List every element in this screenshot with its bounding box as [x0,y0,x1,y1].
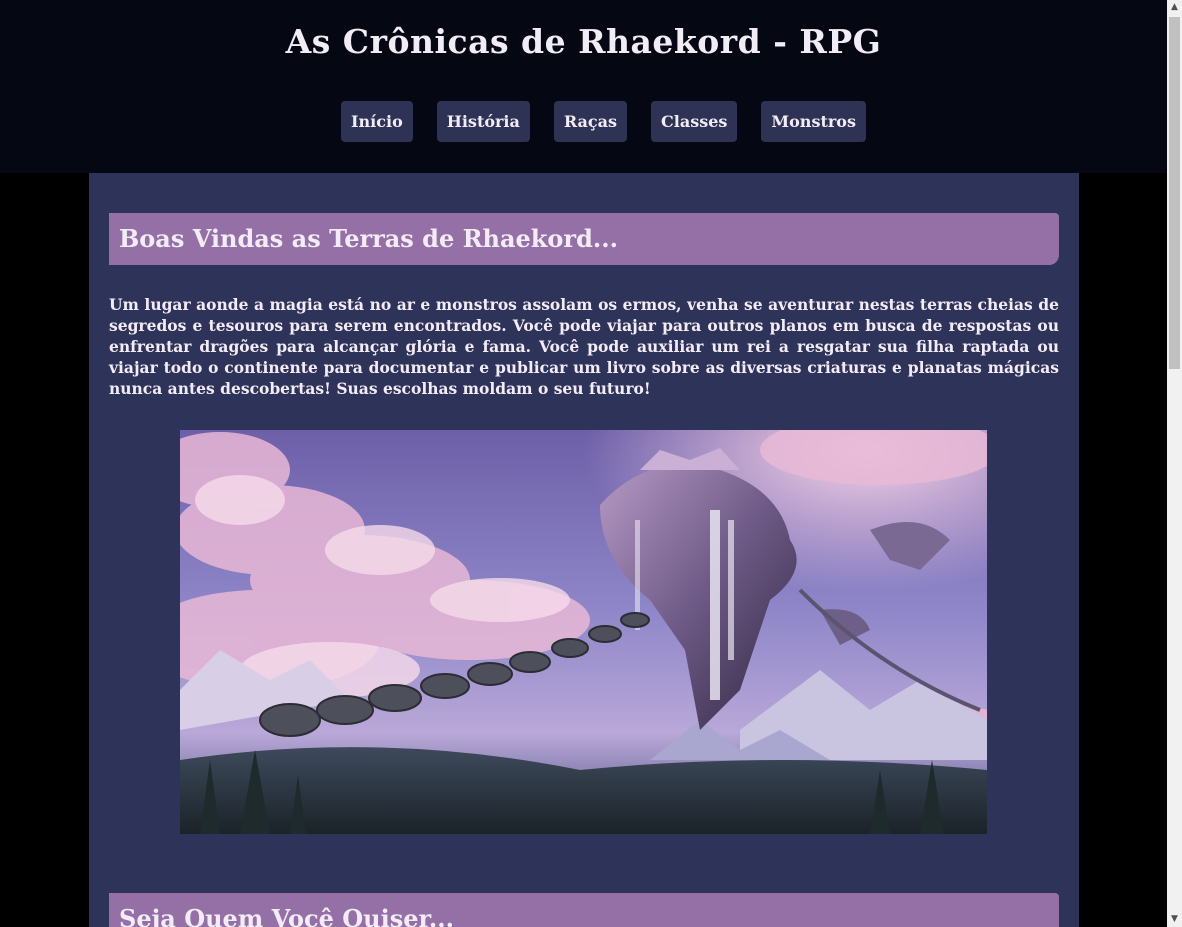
scrollbar-thumb[interactable] [1169,17,1180,369]
hero-image [180,430,987,834]
site-title: As Crônicas de Rhaekord - RPG [285,22,882,61]
second-heading: Seja Quem Você Quiser... [109,893,1059,927]
site-header: As Crônicas de Rhaekord - RPG Início His… [0,0,1167,173]
scroll-up-arrow-icon[interactable]: ▲ [1167,0,1182,15]
scroll-down-arrow-icon[interactable]: ▼ [1167,912,1182,927]
vertical-scrollbar[interactable]: ▲ ▼ [1167,0,1182,927]
nav-item-inicio[interactable]: Início [341,101,413,142]
intro-paragraph: Um lugar aonde a magia está no ar e mons… [109,295,1059,398]
nav-item-monstros[interactable]: Monstros [761,101,866,142]
main-content: Boas Vindas as Terras de Rhaekord... Um … [89,173,1079,927]
welcome-heading: Boas Vindas as Terras de Rhaekord... [109,213,1059,265]
nav-item-classes[interactable]: Classes [651,101,738,142]
nav-item-historia[interactable]: História [436,101,530,142]
main-nav: Início História Raças Classes Monstros [0,101,1182,142]
nav-item-racas[interactable]: Raças [553,101,628,142]
